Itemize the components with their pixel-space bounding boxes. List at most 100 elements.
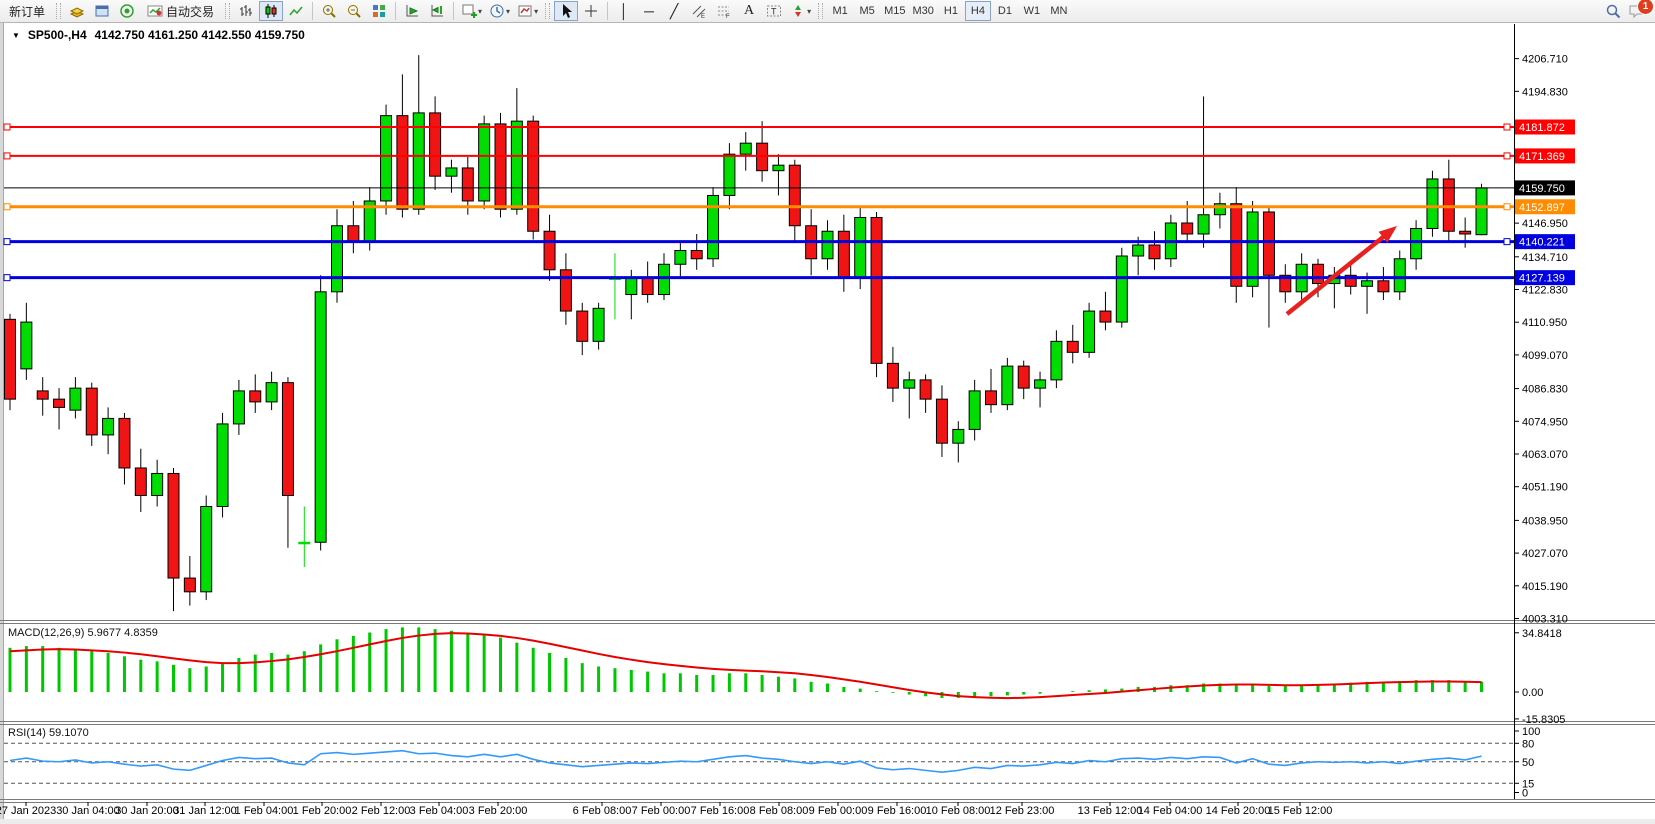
- date-tick-label: 3 Feb 04:00: [410, 805, 469, 817]
- candle: [577, 303, 588, 355]
- candle-body: [1394, 259, 1405, 292]
- candle-body: [1149, 245, 1160, 259]
- candlestick-series: [5, 55, 1488, 611]
- candle: [21, 303, 32, 380]
- line-handle[interactable]: [1504, 153, 1510, 159]
- price-tick-label: 4134.710: [1522, 252, 1568, 264]
- candle-body: [250, 391, 261, 402]
- line-handle[interactable]: [1504, 204, 1510, 210]
- candle-body: [70, 388, 81, 410]
- macd-tick-label: 34.8418: [1522, 628, 1562, 640]
- price-badge-label: 4159.750: [1519, 183, 1565, 195]
- candle-body: [1182, 223, 1193, 234]
- candle-body: [1067, 341, 1078, 352]
- candle-body: [708, 195, 719, 258]
- rsi-tick-label: 0: [1522, 788, 1528, 800]
- date-tick-label: 1 Feb 20:00: [293, 805, 352, 817]
- candle: [332, 209, 343, 303]
- candle: [986, 369, 997, 413]
- line-handle[interactable]: [4, 239, 10, 245]
- candle-body: [560, 270, 571, 311]
- candle: [233, 380, 244, 435]
- price-tick-label: 4051.190: [1522, 482, 1568, 494]
- candle-body: [822, 231, 833, 259]
- candle-body: [348, 226, 359, 243]
- date-tick-label: 7 Feb 00:00: [632, 805, 691, 817]
- date-tick-label: 15 Feb 12:00: [1268, 805, 1333, 817]
- candle: [1460, 217, 1471, 247]
- candle: [936, 385, 947, 457]
- candle: [315, 275, 326, 550]
- candle-body: [577, 311, 588, 341]
- candle: [1084, 303, 1095, 358]
- candle-body: [1002, 366, 1013, 405]
- date-tick-label: 3 Feb 20:00: [469, 805, 528, 817]
- candle-body: [1133, 245, 1144, 256]
- line-handle[interactable]: [4, 124, 10, 130]
- candle: [1231, 187, 1242, 303]
- candle: [544, 215, 555, 281]
- candle: [560, 253, 571, 325]
- price-tick-label: 4206.710: [1522, 54, 1568, 66]
- candle-body: [544, 231, 555, 270]
- candle-body: [1100, 311, 1111, 322]
- candle-body: [904, 380, 915, 388]
- price-badge-label: 4140.221: [1519, 237, 1565, 249]
- candle: [250, 374, 261, 413]
- chart-svg: 4206.7104194.8304146.9504134.7104122.830…: [0, 0, 1655, 824]
- macd-tick-label: -15.8305: [1522, 714, 1565, 726]
- candle: [1198, 96, 1209, 247]
- candle: [1247, 201, 1258, 297]
- candle-body: [675, 251, 686, 265]
- candle-body: [54, 399, 65, 407]
- candle-body: [1443, 179, 1454, 231]
- candle-body: [1476, 188, 1487, 235]
- line-handle[interactable]: [4, 275, 10, 281]
- mt4-window: 新订单 自动交易: [0, 0, 1655, 824]
- candle: [675, 242, 686, 278]
- candle: [642, 262, 653, 303]
- candle: [479, 116, 490, 210]
- candle: [953, 421, 964, 462]
- candle-body: [201, 506, 212, 591]
- candle-body: [1247, 212, 1258, 286]
- candle-body: [871, 217, 882, 363]
- price-tick-label: 4122.830: [1522, 285, 1568, 297]
- candle-body: [266, 383, 277, 402]
- rsi-indicator-label: RSI(14) 59.1070: [8, 727, 89, 739]
- candle-body: [1378, 281, 1389, 292]
- candle-body: [1411, 228, 1422, 258]
- candle: [528, 116, 539, 240]
- candle: [217, 413, 228, 518]
- candle-body: [920, 380, 931, 399]
- line-handle[interactable]: [4, 204, 10, 210]
- candle-body: [21, 322, 32, 369]
- candle-body: [315, 292, 326, 542]
- candle-body: [479, 124, 490, 201]
- date-tick-label: 10 Feb 08:00: [926, 805, 991, 817]
- candle: [201, 495, 212, 600]
- date-tick-label: 2 Feb 12:00: [352, 805, 411, 817]
- line-handle[interactable]: [1504, 124, 1510, 130]
- candle-body: [168, 473, 179, 578]
- candle: [152, 460, 163, 507]
- candle: [70, 377, 81, 418]
- line-handle[interactable]: [4, 153, 10, 159]
- collapse-triangle-icon[interactable]: ▼: [12, 31, 20, 40]
- candle: [838, 215, 849, 292]
- price-tick-label: 4194.830: [1522, 86, 1568, 98]
- candle: [1427, 171, 1438, 237]
- candle: [1476, 184, 1487, 235]
- candle: [1214, 193, 1225, 229]
- line-handle[interactable]: [1504, 239, 1510, 245]
- candle: [397, 74, 408, 217]
- rsi-tick-label: 80: [1522, 738, 1534, 750]
- candle: [1443, 160, 1454, 243]
- candle-body: [789, 165, 800, 226]
- candle-body: [1362, 281, 1373, 287]
- date-tick-label: 7 Feb 16:00: [691, 805, 750, 817]
- rsi-tick-label: 50: [1522, 757, 1534, 769]
- candle: [1149, 231, 1160, 270]
- candle-body: [282, 383, 293, 496]
- price-tick-label: 4003.310: [1522, 613, 1568, 625]
